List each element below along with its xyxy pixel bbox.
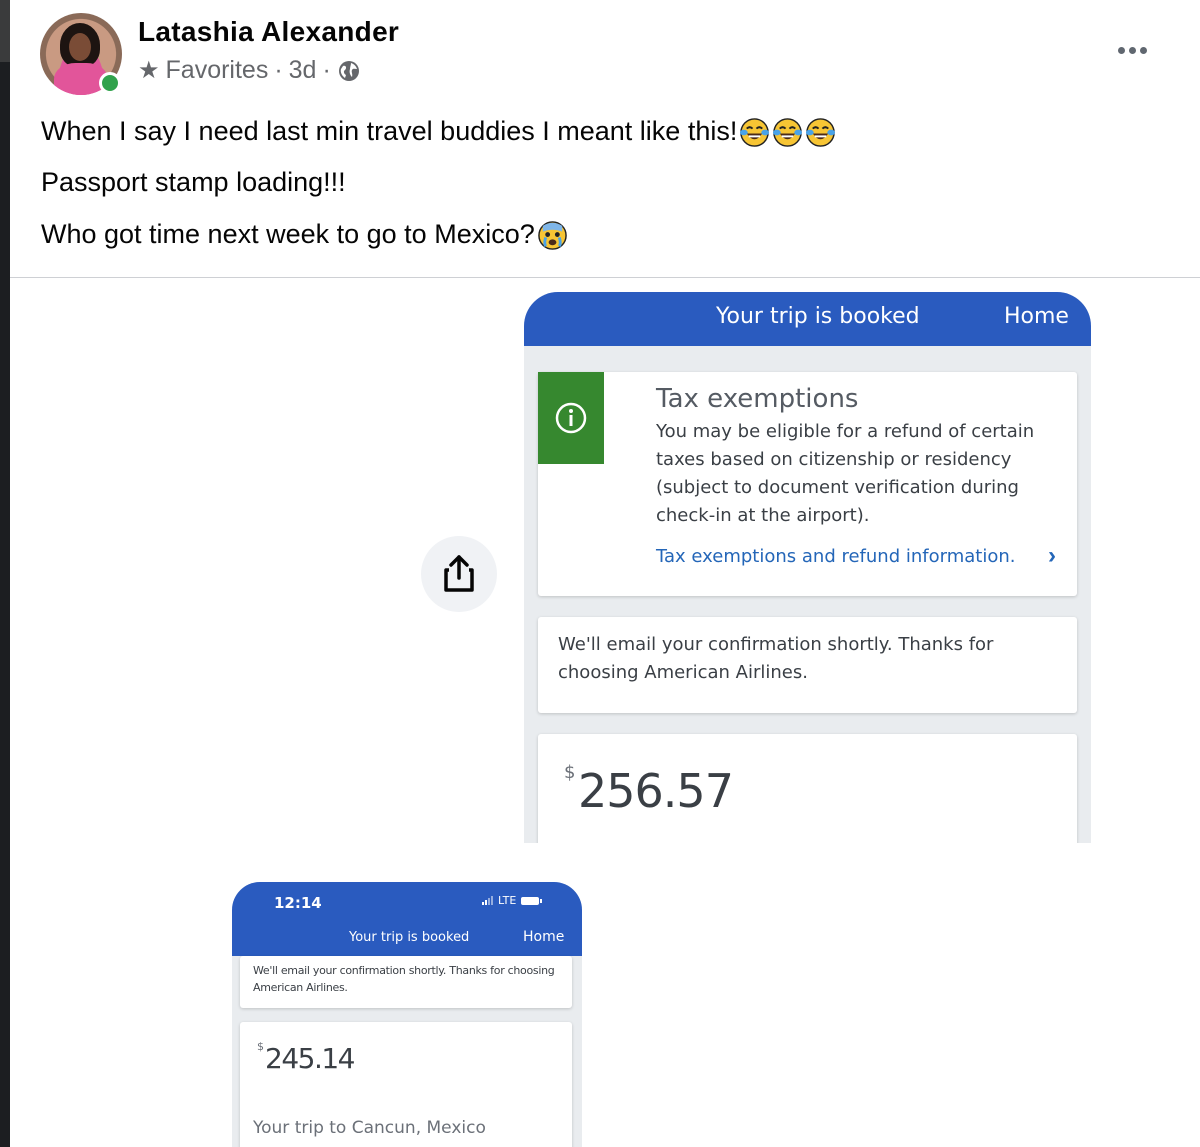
booking-screenshot-large[interactable]: Your trip is booked Home Tax exemptions … bbox=[524, 292, 1091, 843]
network-label: LTE bbox=[498, 894, 517, 907]
post-line-1: When I say I need last min travel buddie… bbox=[41, 116, 836, 148]
home-link: Home bbox=[1004, 304, 1069, 329]
tears-of-joy-emoji bbox=[806, 118, 836, 148]
tears-of-joy-emoji bbox=[740, 118, 770, 148]
content-divider bbox=[10, 277, 1200, 278]
star-icon: ★ bbox=[138, 57, 160, 84]
email-confirmation-card: We'll email your confirmation shortly. T… bbox=[240, 956, 572, 1008]
meta-separator: · bbox=[274, 56, 283, 84]
header-title: Your trip is booked bbox=[716, 304, 920, 329]
audience-label[interactable]: Favorites bbox=[166, 56, 269, 85]
tears-of-joy-emoji bbox=[773, 118, 803, 148]
header-title: Your trip is booked bbox=[349, 930, 470, 945]
post-text-1: When I say I need last min travel buddie… bbox=[41, 116, 738, 146]
left-edge-strip bbox=[0, 0, 10, 1147]
author-name[interactable]: Latashia Alexander bbox=[138, 16, 399, 48]
chevron-right-icon: › bbox=[1048, 542, 1056, 569]
avatar-face bbox=[69, 33, 91, 61]
email-confirmation-text: We'll email your confirmation shortly. T… bbox=[558, 634, 994, 683]
price-currency: $ bbox=[564, 762, 576, 783]
price-amount: 245.14 bbox=[265, 1042, 355, 1075]
home-link: Home bbox=[523, 929, 565, 945]
info-badge bbox=[538, 372, 604, 464]
left-edge-strip-top bbox=[0, 0, 10, 62]
price-card: $ 245.14 Your trip to Cancun, Mexico bbox=[240, 1022, 572, 1147]
crying-face-emoji bbox=[537, 221, 567, 251]
tax-body: You may be eligible for a refund of cert… bbox=[656, 421, 1035, 526]
booking-screenshot-small[interactable]: 12:14 LTE Your trip is booked Home We'll… bbox=[232, 882, 582, 1147]
app-header-bar: 12:14 LTE Your trip is booked Home bbox=[232, 882, 582, 956]
email-confirmation-card: We'll email your confirmation shortly. T… bbox=[538, 617, 1077, 713]
share-icon bbox=[444, 555, 474, 592]
post-text-3: Who got time next week to go to Mexico? bbox=[41, 219, 535, 249]
post-meta: ★ Favorites · 3d · bbox=[138, 56, 361, 85]
app-header-bar: Your trip is booked Home bbox=[524, 292, 1091, 346]
trip-destination: Your trip to Cancun, Mexico bbox=[253, 1118, 486, 1138]
share-button[interactable] bbox=[421, 536, 497, 612]
email-confirmation-text: We'll email your confirmation shortly. T… bbox=[253, 964, 555, 994]
info-icon bbox=[555, 402, 587, 434]
post-line-2: Passport stamp loading!!! bbox=[41, 167, 346, 197]
post-line-3: Who got time next week to go to Mexico? bbox=[41, 219, 568, 251]
signal-icon bbox=[482, 896, 493, 905]
online-status-dot bbox=[99, 72, 121, 94]
tax-exemptions-card: Tax exemptions You may be eligible for a… bbox=[538, 372, 1077, 596]
tax-refund-link: Tax exemptions and refund information. bbox=[656, 546, 1016, 567]
more-options-icon[interactable] bbox=[1112, 38, 1152, 62]
globe-icon bbox=[338, 60, 359, 81]
battery-icon bbox=[521, 896, 543, 905]
tax-title: Tax exemptions bbox=[656, 384, 859, 414]
status-icons: LTE bbox=[482, 894, 543, 907]
meta-separator: · bbox=[322, 56, 331, 84]
status-time: 12:14 bbox=[274, 894, 322, 912]
price-amount: 256.57 bbox=[578, 764, 734, 818]
price-currency: $ bbox=[257, 1040, 264, 1053]
price-card: $ 256.57 bbox=[538, 734, 1077, 843]
post-time[interactable]: 3d bbox=[289, 56, 317, 85]
